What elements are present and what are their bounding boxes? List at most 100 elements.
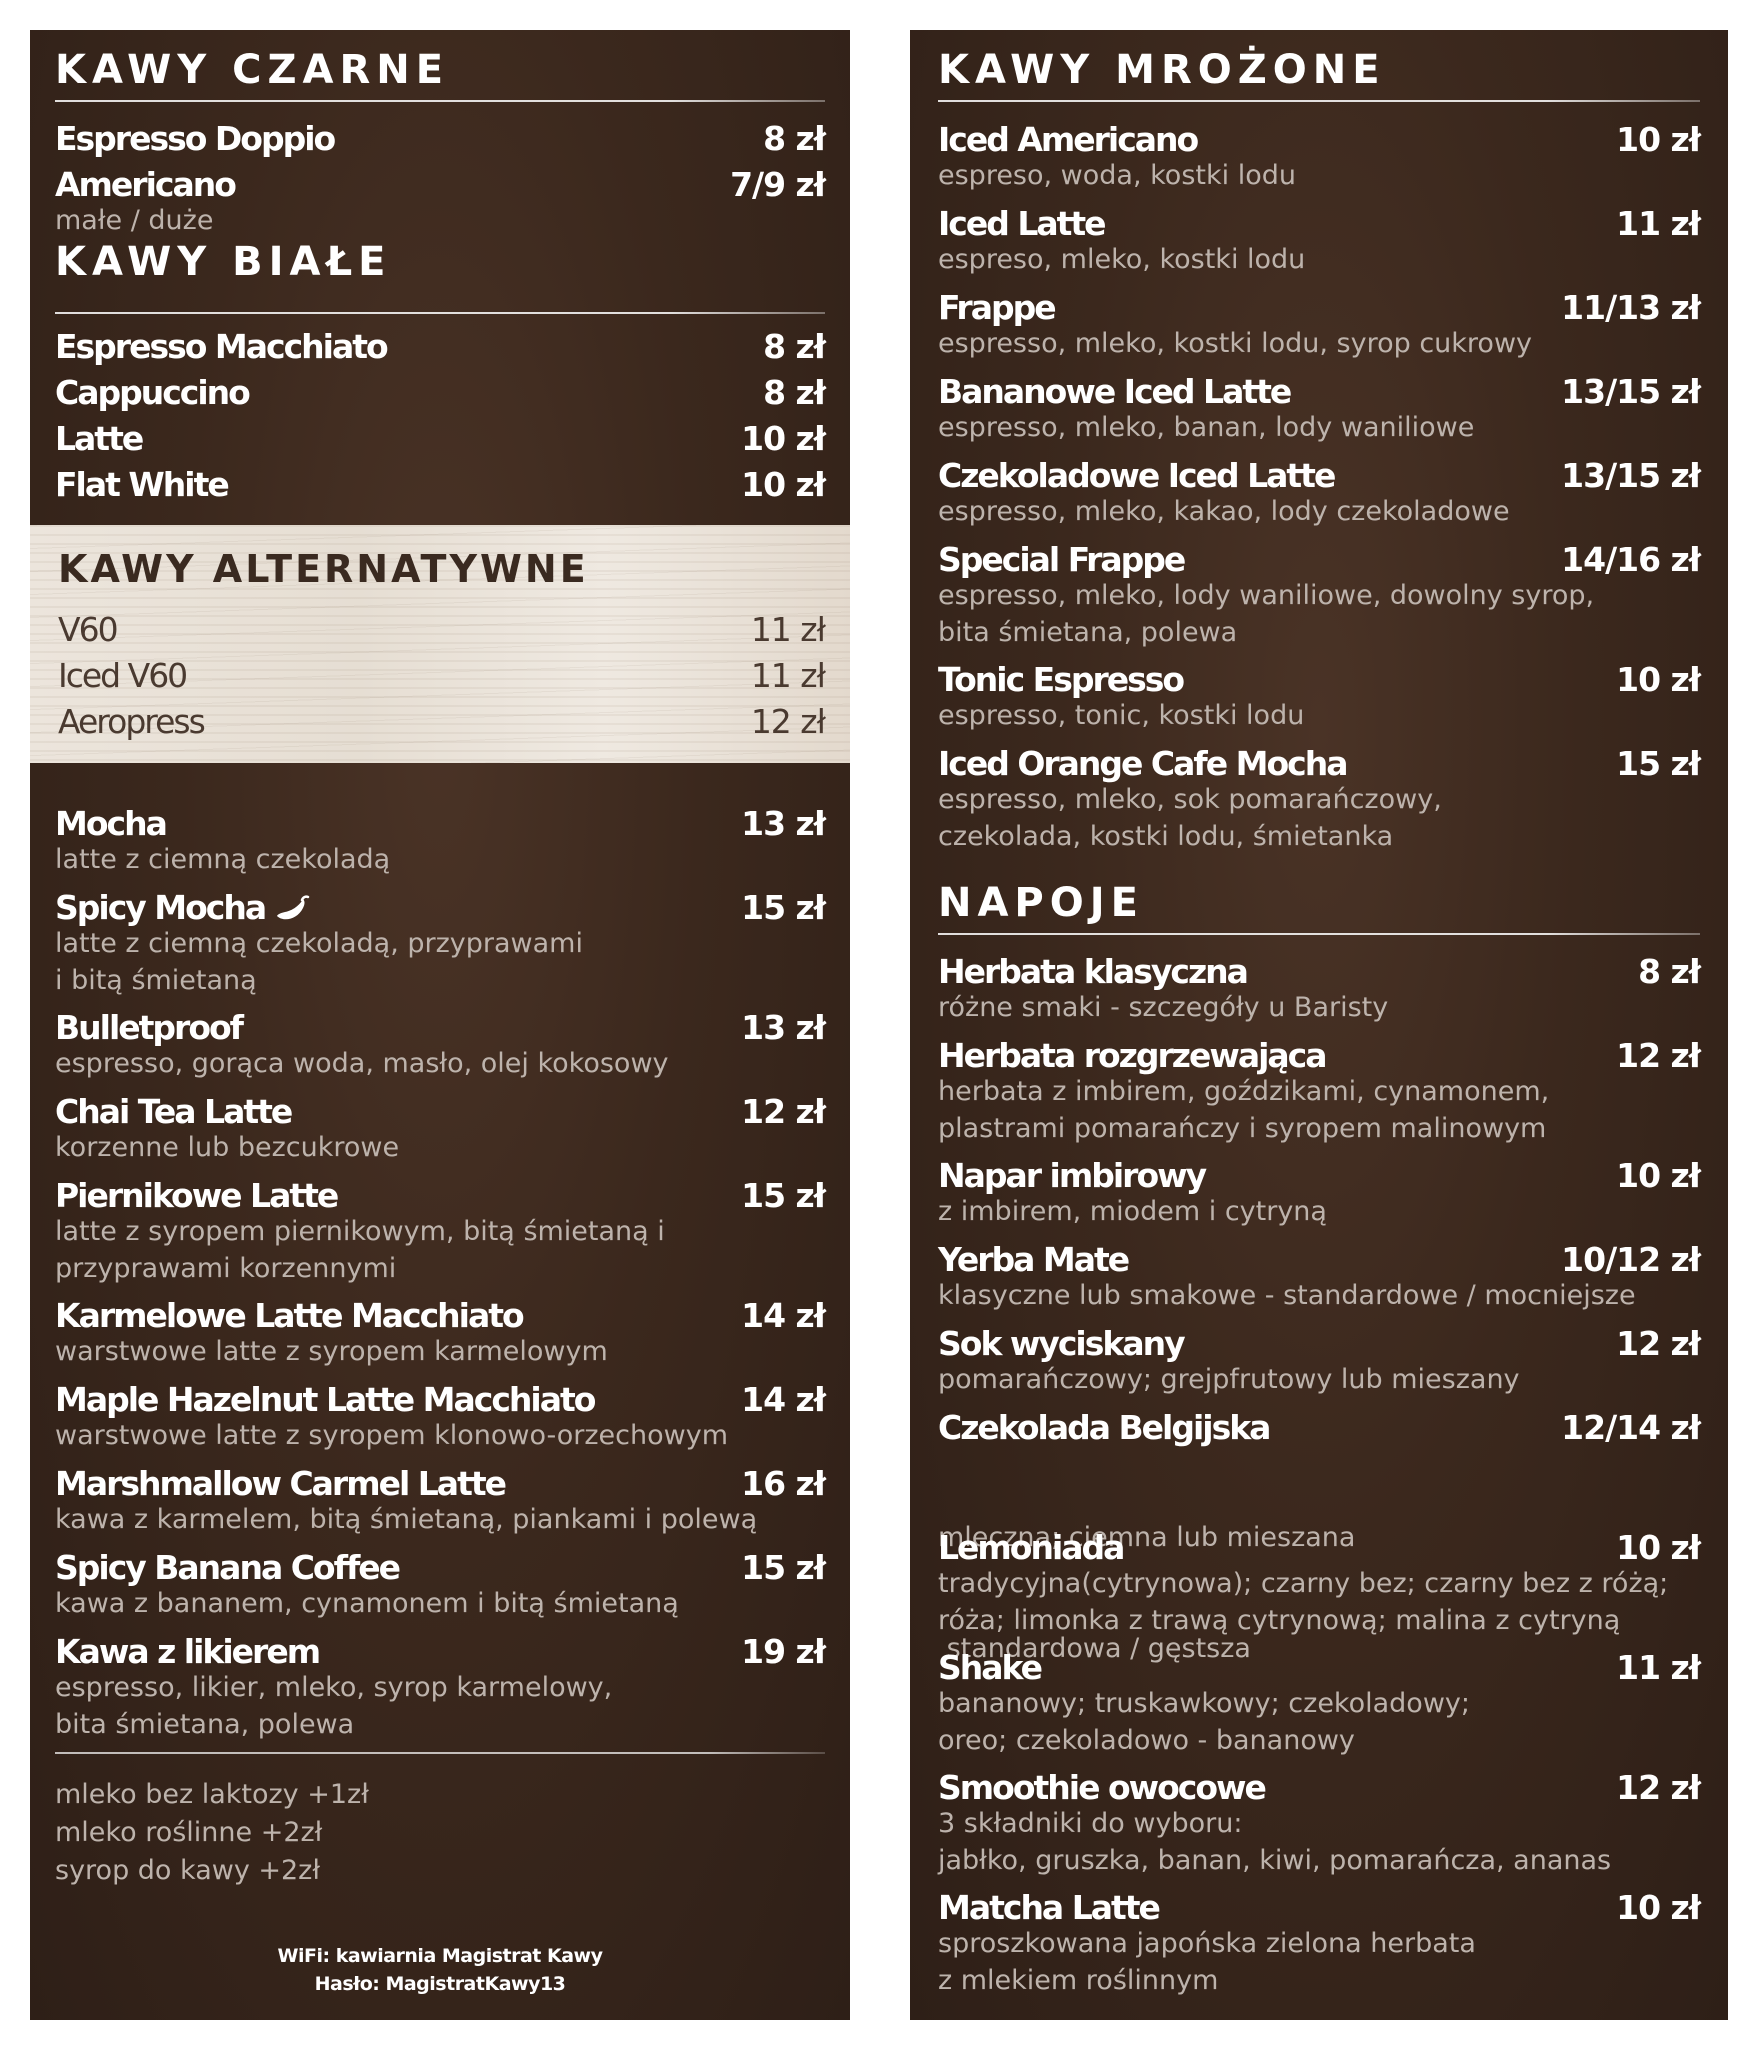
menu-item: Czekolada Belgijska 12/14 zł: [938, 1404, 1701, 1444]
menu-item: Espresso Doppio 8 zł: [55, 115, 826, 158]
menu-item: Yerba Mate 10/12 zł: [938, 1236, 1701, 1279]
item-description: latte z syropem piernikowym, bitą śmieta…: [55, 1216, 665, 1284]
item-description: espresso, mleko, kakao, lody czekoladowe: [938, 496, 1510, 527]
item-price: 10 zł: [1616, 660, 1701, 699]
item-name: Shake: [938, 1648, 1043, 1687]
menu-item: Lemoniada 10 zł: [938, 1524, 1701, 1567]
section-title-napoje: NAPOJE: [938, 880, 1144, 926]
item-price: 12 zł: [1616, 1768, 1701, 1807]
item-price: 12 zł: [1616, 1324, 1701, 1363]
item-description: espresso, mleko, lody waniliowe, dowolny…: [938, 580, 1595, 648]
item-name: Iced Orange Cafe Mocha: [938, 744, 1348, 783]
menu-item: Iced Americano 10 zł: [938, 116, 1701, 159]
menu-item: Napar imbirowy 10 zł: [938, 1152, 1701, 1195]
alternative-coffee-band: KAWY ALTERNATYWNE V60 11 zł Iced V60 11 …: [30, 525, 850, 763]
menu-item: Cappuccino 8 zł: [55, 369, 826, 409]
item-price: 7/9 zł: [730, 165, 826, 204]
extras-list: mleko bez laktozy +1zł mleko roślinne +2…: [55, 1776, 369, 1890]
item-description: pomarańczowy; grejpfrutowy lub mieszany: [938, 1364, 1520, 1395]
item-description: espresso, mleko, banan, lody waniliowe: [938, 412, 1475, 443]
item-name: Chai Tea Latte: [55, 1092, 293, 1131]
item-name: Herbata rozgrzewająca: [938, 1036, 1327, 1075]
item-description: espresso, mleko, kostki lodu, syrop cukr…: [938, 328, 1532, 359]
item-price: 15 zł: [741, 888, 826, 927]
item-name: Iced Latte: [938, 204, 1107, 243]
item-price: 10 zł: [1616, 1888, 1701, 1927]
item-price: 8 zł: [763, 119, 826, 158]
item-price: 11 zł: [1616, 204, 1701, 243]
item-price: 13 zł: [741, 1008, 826, 1047]
menu-panel-left: KAWY CZARNE Espresso Doppio 8 zł America…: [30, 30, 850, 2020]
menu-item: Espresso Macchiato 8 zł: [55, 323, 826, 366]
menu-item: Bulletproof 13 zł: [55, 1004, 826, 1047]
item-name: Bananowe Iced Latte: [938, 372, 1292, 411]
section-divider: [938, 100, 1700, 102]
item-price: 15 zł: [1616, 744, 1701, 783]
item-price: 14 zł: [741, 1296, 826, 1335]
item-price: 13/15 zł: [1561, 456, 1701, 495]
item-description: warstwowe latte z syropem klonowo-orzech…: [55, 1420, 729, 1451]
item-name: Espresso Macchiato: [55, 327, 389, 366]
menu-panel-right: KAWY MROŻONE Iced Americano 10 zł espres…: [910, 30, 1728, 2020]
item-description: herbata z imbirem, goździkami, cynamonem…: [938, 1076, 1550, 1144]
section-divider: [938, 933, 1700, 935]
item-price: 13 zł: [741, 804, 826, 843]
menu-item: Herbata rozgrzewająca 12 zł: [938, 1032, 1701, 1075]
item-name: Czekoladowe Iced Latte: [938, 456, 1336, 495]
item-price: 11 zł: [750, 610, 826, 649]
item-price: 10 zł: [1616, 120, 1701, 159]
item-price: 8 zł: [763, 327, 826, 366]
item-name: Bulletproof: [55, 1008, 244, 1047]
menu-item: V60 11 zł: [58, 606, 826, 649]
extra-item: syrop do kawy +2zł: [55, 1855, 321, 1886]
item-description: tradycyjna(cytrynowa); czarny bez; czarn…: [938, 1568, 1669, 1636]
item-name: V60: [58, 610, 119, 649]
item-price: 10 zł: [741, 465, 826, 504]
item-name: Tonic Espresso: [938, 660, 1185, 699]
item-name: Karmelowe Latte Macchiato: [55, 1296, 525, 1335]
item-description: kawa z karmelem, bitą śmietaną, piankami…: [55, 1504, 758, 1535]
item-name: Herbata klasyczna: [938, 952, 1249, 991]
item-name: Espresso Doppio: [55, 119, 336, 158]
menu-item: Iced Latte 11 zł: [938, 200, 1701, 243]
item-price: 10 zł: [741, 419, 826, 458]
item-price: 19 zł: [741, 1632, 826, 1671]
menu-item: Chai Tea Latte 12 zł: [55, 1088, 826, 1131]
item-price: 10 zł: [1616, 1528, 1701, 1567]
item-price: 15 zł: [741, 1176, 826, 1215]
menu-item: Tonic Espresso 10 zł: [938, 656, 1701, 699]
item-price: 11 zł: [1616, 1648, 1701, 1687]
item-name: Special Frappe: [938, 540, 1186, 579]
item-name: Aeropress: [58, 702, 206, 741]
section-title-kawy-alternatywne: KAWY ALTERNATYWNE: [58, 547, 589, 591]
item-price: 14 zł: [741, 1380, 826, 1419]
item-description: kawa z bananem, cynamonem i bitą śmietan…: [55, 1588, 679, 1619]
item-description: bananowy; truskawkowy; czekoladowy; oreo…: [938, 1688, 1470, 1756]
item-price: 13/15 zł: [1561, 372, 1701, 411]
menu-item: Special Frappe 14/16 zł: [938, 536, 1701, 579]
item-description: espreso, mleko, kostki lodu: [938, 244, 1306, 275]
menu-item: Bananowe Iced Latte 13/15 zł: [938, 368, 1701, 411]
menu-item: Aeropress 12 zł: [58, 698, 826, 741]
item-description: warstwowe latte z syropem karmelowym: [55, 1336, 608, 1367]
item-name: Iced V60: [58, 656, 188, 695]
item-name: Piernikowe Latte: [55, 1176, 339, 1215]
item-name: Yerba Mate: [938, 1240, 1130, 1279]
menu-item: Americano 7/9 zł: [55, 161, 826, 204]
menu-item: Smoothie owocowe 12 zł: [938, 1764, 1701, 1807]
item-price: 8 zł: [1638, 952, 1701, 991]
item-description: 3 składniki do wyboru: jabłko, gruszka, …: [938, 1808, 1612, 1876]
item-name: Iced Americano: [938, 120, 1199, 159]
item-price: 16 zł: [741, 1464, 826, 1503]
item-name: Spicy Mocha: [55, 891, 311, 925]
section-divider: [55, 100, 825, 102]
menu-item: Matcha Latte 10 zł: [938, 1884, 1701, 1927]
menu-item: Spicy Mocha 15 zł: [55, 884, 826, 927]
item-name: Latte: [55, 419, 144, 458]
extra-item: mleko roślinne +2zł: [55, 1817, 323, 1848]
menu-item: Frappe 11/13 zł: [938, 284, 1701, 324]
item-name: Spicy Banana Coffee: [55, 1548, 401, 1587]
item-name: Sok wyciskany: [938, 1324, 1186, 1363]
item-price: 10 zł: [1616, 1156, 1701, 1195]
menu-item: Piernikowe Latte 15 zł: [55, 1172, 826, 1215]
